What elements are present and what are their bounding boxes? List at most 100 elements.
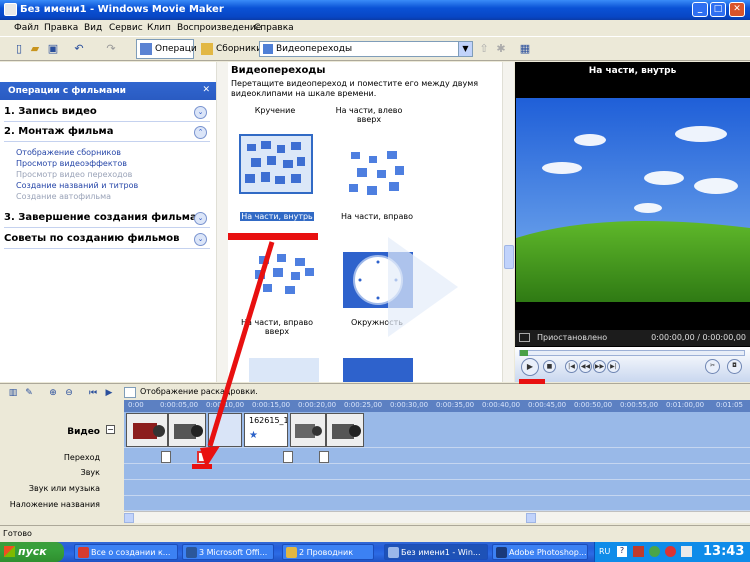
operations-icon bbox=[140, 43, 152, 55]
shatter-right-up-thumbnail bbox=[255, 254, 314, 294]
task-pane-scrollbar[interactable] bbox=[216, 62, 228, 382]
transition-slot[interactable] bbox=[319, 451, 329, 463]
snapshot-button[interactable]: ◘ bbox=[727, 359, 742, 374]
menu-playback[interactable]: Воспроизведение bbox=[177, 23, 261, 33]
taskbar-item-photoshop[interactable]: Adobe Photoshop... bbox=[492, 544, 588, 560]
zoom-out-icon[interactable]: ⊖ bbox=[62, 386, 76, 400]
undo-icon[interactable]: ↶ bbox=[72, 42, 86, 56]
forward-button[interactable]: ▶▶ bbox=[593, 360, 606, 373]
taskbar-item-moviemaker[interactable]: Без имени1 - Win... bbox=[384, 544, 488, 560]
up-level-icon[interactable]: ⇧ bbox=[477, 42, 491, 56]
transition-slot[interactable] bbox=[283, 451, 293, 463]
views-icon[interactable]: ▦ bbox=[518, 42, 532, 56]
next-frame-button[interactable]: ▶| bbox=[607, 360, 620, 373]
menu-clip[interactable]: Клип bbox=[147, 23, 171, 33]
stop-button[interactable]: ■ bbox=[543, 360, 556, 373]
transition-thumb[interactable] bbox=[249, 252, 319, 308]
menu-file[interactable]: Файл bbox=[14, 23, 39, 33]
expand-icon[interactable]: ⌄ bbox=[194, 212, 207, 225]
video-clip-titled[interactable]: 162615_1 ★ bbox=[244, 413, 288, 447]
menu-tools[interactable]: Сервис bbox=[109, 23, 143, 33]
scroll-left-button[interactable] bbox=[124, 513, 134, 523]
expand-icon[interactable]: ⌄ bbox=[194, 106, 207, 119]
clock[interactable]: 13:43 bbox=[703, 544, 744, 559]
section-edit[interactable]: 2. Монтаж фильма bbox=[4, 126, 113, 137]
collapse-track-icon[interactable]: − bbox=[106, 425, 115, 434]
transition-thumb[interactable] bbox=[343, 146, 413, 202]
section-capture[interactable]: 1. Запись видео bbox=[4, 106, 97, 117]
language-indicator[interactable]: RU bbox=[599, 547, 610, 556]
taskbar-item-browser[interactable]: Все о создании к... bbox=[74, 544, 178, 560]
section-finish[interactable]: 3. Завершение создания фильма bbox=[4, 212, 197, 223]
transition-label: На части, влево вверх bbox=[335, 106, 403, 124]
collections-button[interactable]: Сборники bbox=[197, 39, 262, 59]
music-track[interactable] bbox=[124, 480, 750, 496]
system-tray: RU ? 13:43 bbox=[594, 542, 750, 562]
view-mode-label[interactable]: Отображение раскадровки. bbox=[140, 387, 258, 396]
transition-track[interactable] bbox=[124, 448, 750, 464]
narrate-icon[interactable]: ✎ bbox=[22, 386, 36, 400]
transition-slot[interactable] bbox=[161, 451, 171, 463]
transition-thumb[interactable] bbox=[343, 358, 413, 382]
operations-button[interactable]: Операции bbox=[136, 39, 203, 59]
collapse-icon[interactable]: ⌃ bbox=[194, 126, 207, 139]
maximize-button[interactable]: □ bbox=[710, 2, 726, 17]
play-button[interactable]: ▶ bbox=[521, 358, 539, 376]
collections-label: Сборники bbox=[216, 44, 263, 54]
expand-icon[interactable]: ⌄ bbox=[194, 233, 207, 246]
audio-track[interactable] bbox=[124, 464, 750, 480]
help-icon[interactable]: ? bbox=[617, 546, 627, 557]
link-make-titles[interactable]: Создание названий и титров bbox=[16, 181, 138, 190]
chevron-down-icon[interactable]: ▼ bbox=[458, 42, 472, 56]
rewind-timeline-icon[interactable]: ⏮ bbox=[86, 386, 100, 400]
section-tips[interactable]: Советы по созданию фильмов bbox=[4, 233, 179, 244]
save-project-icon[interactable]: ▣ bbox=[46, 42, 60, 56]
zoom-in-icon[interactable]: ⊕ bbox=[46, 386, 60, 400]
time-ruler[interactable]: 0:00 0:00:05,00 0:00:10,00 0:00:15,00 0:… bbox=[124, 400, 750, 412]
seek-bar[interactable] bbox=[519, 350, 745, 356]
redo-icon[interactable]: ↷ bbox=[104, 42, 118, 56]
split-clip-button[interactable]: ✂ bbox=[705, 359, 720, 374]
collection-scrollbar[interactable] bbox=[502, 62, 514, 382]
new-folder-icon[interactable]: ✱ bbox=[494, 42, 508, 56]
close-button[interactable]: ✕ bbox=[729, 2, 745, 17]
fullscreen-icon[interactable] bbox=[519, 333, 530, 342]
video-clip[interactable] bbox=[126, 413, 168, 447]
menu-view[interactable]: Вид bbox=[84, 23, 102, 33]
video-clip[interactable] bbox=[168, 413, 206, 447]
transition-thumb-selected[interactable] bbox=[239, 134, 313, 194]
taskbar-item-explorer[interactable]: 2 Проводник bbox=[282, 544, 374, 560]
scroll-right-button[interactable] bbox=[526, 513, 536, 523]
tray-app-icon[interactable] bbox=[633, 546, 644, 557]
menu-help[interactable]: Справка bbox=[254, 23, 294, 33]
previous-frame-button[interactable]: |◀ bbox=[565, 360, 578, 373]
storyboard-icon[interactable] bbox=[124, 387, 136, 398]
close-pane-icon[interactable]: ✕ bbox=[202, 85, 210, 95]
rewind-button[interactable]: ◀◀ bbox=[579, 360, 592, 373]
video-clip[interactable] bbox=[208, 413, 242, 447]
collection-combo[interactable]: Видеопереходы ▼ bbox=[259, 41, 473, 57]
title-overlay-track[interactable] bbox=[124, 496, 750, 511]
tray-app-icon[interactable] bbox=[649, 546, 660, 557]
time-display: 0:00:00,00 / 0:00:00,00 bbox=[651, 333, 746, 342]
transition-thumb[interactable] bbox=[249, 358, 319, 382]
set-audio-levels-icon[interactable]: ▥ bbox=[6, 386, 20, 400]
play-timeline-icon[interactable]: ▶ bbox=[102, 386, 116, 400]
tray-app-icon[interactable] bbox=[665, 546, 676, 557]
minimize-button[interactable]: _ bbox=[692, 2, 708, 17]
video-clip[interactable] bbox=[326, 413, 364, 447]
start-button[interactable]: пуск bbox=[0, 542, 64, 562]
transition-slot-active[interactable] bbox=[197, 451, 207, 463]
timeline: Видео − Переход Звук Звук или музыка Нал… bbox=[0, 400, 750, 525]
open-project-icon[interactable]: ▰ bbox=[28, 42, 42, 56]
link-show-collections[interactable]: Отображение сборников bbox=[16, 148, 121, 157]
video-clip[interactable] bbox=[290, 413, 326, 447]
taskbar-item-office[interactable]: 3 Microsoft Offi... bbox=[182, 544, 274, 560]
new-project-icon[interactable]: ▯ bbox=[12, 42, 26, 56]
seek-handle[interactable] bbox=[520, 350, 528, 356]
tray-app-icon[interactable] bbox=[681, 546, 692, 557]
menu-edit[interactable]: Правка bbox=[44, 23, 78, 33]
timeline-scrollbar[interactable] bbox=[124, 511, 750, 523]
scroll-thumb[interactable] bbox=[504, 245, 514, 269]
link-view-effects[interactable]: Просмотр видеоэффектов bbox=[16, 159, 127, 168]
